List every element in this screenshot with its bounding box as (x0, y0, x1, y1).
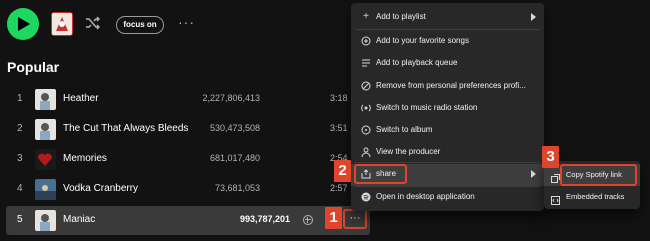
track-playcount: 993,787,201 (239, 214, 290, 224)
track-more-options-button[interactable]: ··· (343, 209, 367, 229)
menu-item-label: Add to playback queue (376, 58, 458, 67)
menu-divider (355, 29, 540, 30)
embed-track-item[interactable]: Embedded tracks (544, 186, 640, 208)
menu-item-label: Add to your favorite songs (376, 36, 469, 45)
copy-link-highlight-box (560, 164, 637, 186)
track-cover (35, 149, 56, 170)
track-duration: 2:57 (330, 183, 348, 193)
menu-item-label: Remove from personal preferences profi..… (376, 81, 526, 90)
remove-icon (361, 81, 371, 91)
menu-item-label: Add to playlist (376, 12, 426, 21)
step-badge-2: 2 (334, 160, 351, 182)
menu-item-producer[interactable]: View the producer (351, 142, 544, 164)
track-cover (35, 210, 56, 231)
track-cover (35, 119, 56, 140)
section-title: Popular (7, 59, 60, 75)
menu-item-label: Switch to music radio station (376, 103, 478, 112)
submenu-arrow-icon (531, 170, 536, 178)
menu-item-label: View the producer (376, 147, 441, 156)
album-icon (361, 125, 371, 135)
track-title[interactable]: Memories (63, 153, 107, 164)
track-cover (35, 89, 56, 110)
focus-button[interactable]: focus on (116, 16, 164, 34)
track-playcount: 530,473,508 (209, 123, 260, 133)
track-playcount: 681,017,480 (209, 153, 260, 163)
track-title[interactable]: Maniac (63, 214, 95, 225)
track-number: 2 (17, 123, 23, 134)
track-duration: 3:51 (330, 123, 348, 133)
track-title[interactable]: Vodka Cranberry (63, 183, 138, 194)
more-options-icon[interactable]: ··· (178, 14, 195, 30)
track-playcount: 2,227,806,413 (202, 93, 260, 103)
track-number: 1 (17, 93, 23, 104)
track-row-selected[interactable]: 5 Maniac 993,787,201 ··· (6, 206, 370, 235)
menu-item-label: Switch to album (376, 125, 433, 134)
menu-item-add-to-favorites[interactable]: Add to your favorite songs (351, 31, 544, 53)
menu-item-add-to-playlist[interactable]: + Add to playlist (351, 7, 544, 29)
radio-icon (361, 103, 371, 113)
menu-item-add-to-queue[interactable]: Add to playback queue (351, 53, 544, 75)
play-button[interactable] (7, 8, 39, 40)
track-title[interactable]: Heather (63, 93, 99, 104)
play-icon (18, 17, 30, 31)
artist-action-bar: focus on ··· (0, 0, 650, 52)
artist-thumbnail[interactable] (51, 12, 73, 36)
embed-icon (551, 192, 560, 205)
track-number: 5 (17, 214, 23, 225)
queue-icon (361, 58, 371, 68)
track-number: 3 (17, 153, 23, 164)
add-to-library-icon[interactable] (303, 215, 313, 225)
step-badge-3: 3 (542, 146, 559, 168)
menu-item-radio[interactable]: Switch to music radio station (351, 98, 544, 120)
menu-item-open-desktop[interactable]: Open in desktop application (351, 187, 544, 209)
submenu-item-label: Embedded tracks (566, 192, 625, 201)
spotify-icon (361, 192, 371, 202)
plus-circle-icon (361, 36, 371, 46)
menu-divider (355, 162, 540, 163)
submenu-arrow-icon (531, 13, 536, 21)
track-row[interactable]: 1 Heather 2,227,806,413 3:18 (0, 85, 370, 114)
person-icon (361, 147, 371, 158)
track-title[interactable]: The Cut That Always Bleeds (63, 123, 188, 134)
step-badge-1: 1 (325, 207, 342, 229)
track-row[interactable]: 2 The Cut That Always Bleeds 530,473,508… (0, 115, 370, 144)
track-row[interactable]: 4 Vodka Cranberry 73,681,053 2:57 (0, 175, 370, 204)
copy-link-icon (551, 170, 560, 183)
track-cover (35, 179, 56, 200)
shuffle-icon[interactable] (85, 15, 101, 36)
menu-item-label: Open in desktop application (376, 192, 475, 201)
track-playcount: 73,681,053 (214, 183, 260, 193)
plus-icon: + (363, 11, 369, 22)
track-number: 4 (17, 183, 23, 194)
track-row[interactable]: 3 Memories 681,017,480 2:54 (0, 145, 370, 174)
track-duration: 3:18 (330, 93, 348, 103)
share-highlight-box (354, 164, 407, 184)
menu-item-remove-preference[interactable]: Remove from personal preferences profi..… (351, 76, 544, 98)
menu-item-album[interactable]: Switch to album (351, 120, 544, 142)
